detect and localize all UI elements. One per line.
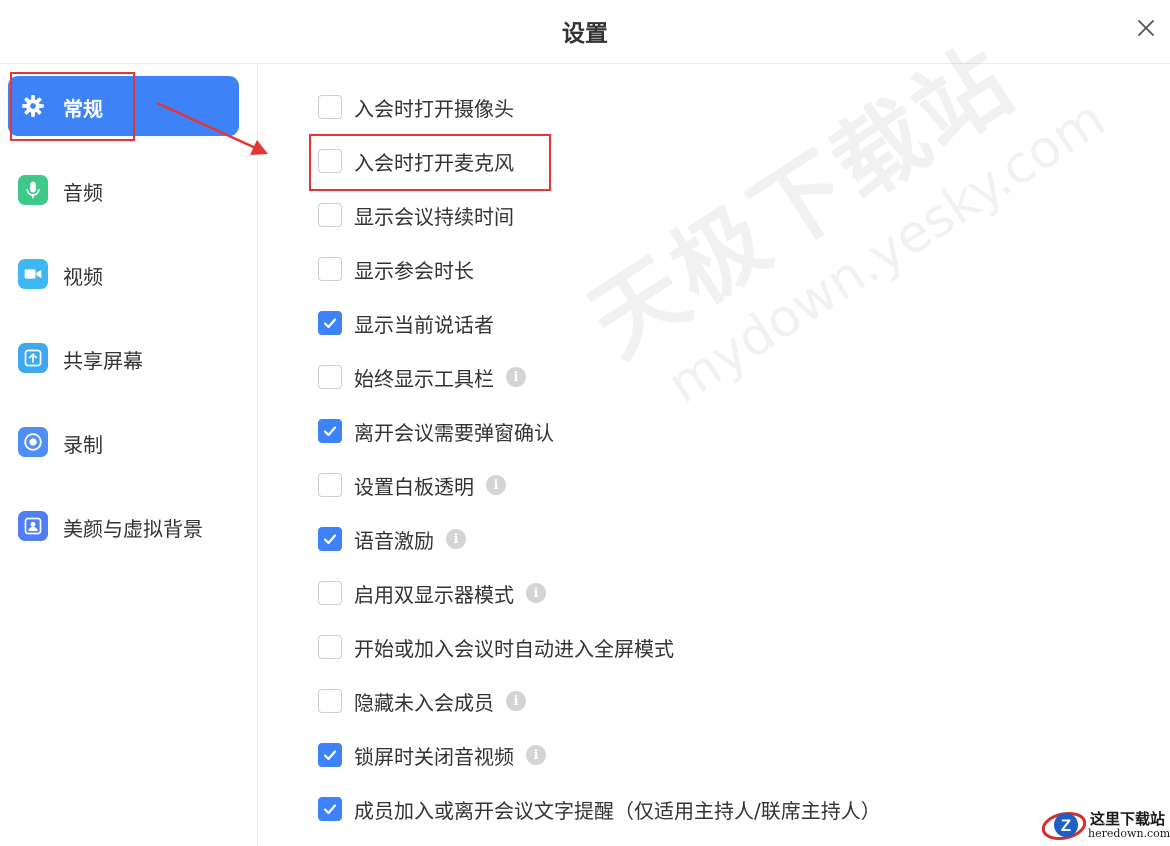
checkbox[interactable] bbox=[318, 689, 342, 713]
sidebar-item-record[interactable]: 录制 bbox=[8, 412, 239, 472]
setting-option[interactable]: 入会时打开麦克风 bbox=[318, 146, 514, 176]
checkbox-checked[interactable] bbox=[318, 527, 342, 551]
checkbox[interactable] bbox=[318, 149, 342, 173]
sidebar-item-share-screen[interactable]: 共享屏幕 bbox=[8, 328, 239, 388]
setting-option-label: 显示当前说话者 bbox=[354, 312, 494, 337]
sidebar-item-audio[interactable]: 音频 bbox=[8, 160, 239, 220]
checkbox[interactable] bbox=[318, 365, 342, 389]
setting-option[interactable]: 始终显示工具栏 i bbox=[318, 362, 526, 392]
setting-option[interactable]: 显示当前说话者 bbox=[318, 308, 494, 338]
general-settings-panel: 入会时打开摄像头 入会时打开麦克风 显示会议持续时间 显示参会时长 显示当前说话者 始终显… bbox=[258, 64, 1170, 846]
share-screen-icon bbox=[18, 343, 48, 373]
sidebar-item-label: 共享屏幕 bbox=[63, 349, 143, 373]
record-icon bbox=[18, 427, 48, 457]
gear-icon bbox=[18, 91, 48, 121]
sidebar-item-label: 录制 bbox=[63, 433, 103, 457]
checkbox[interactable] bbox=[318, 635, 342, 659]
checkmark-icon bbox=[323, 318, 337, 329]
info-icon[interactable]: i bbox=[486, 475, 506, 495]
setting-option[interactable]: 设置白板透明 i bbox=[318, 470, 506, 500]
checkbox[interactable] bbox=[318, 257, 342, 281]
sidebar-item-label: 常规 bbox=[63, 97, 103, 121]
checkbox[interactable] bbox=[318, 581, 342, 605]
setting-option[interactable]: 显示参会时长 bbox=[318, 254, 474, 284]
sidebar-item-beauty-background[interactable]: 美颜与虚拟背景 bbox=[8, 496, 239, 556]
settings-sidebar: 常规 音频 视频 共享屏幕 录制 美颜与虚拟背景 bbox=[0, 64, 258, 846]
checkbox-checked[interactable] bbox=[318, 743, 342, 767]
logo-emblem-icon: Z bbox=[1041, 811, 1087, 841]
setting-option[interactable]: 显示会议持续时间 bbox=[318, 200, 514, 230]
microphone-icon bbox=[18, 175, 48, 205]
sidebar-item-video[interactable]: 视频 bbox=[8, 244, 239, 304]
logo-domain: heredown.com bbox=[1088, 827, 1170, 840]
setting-option[interactable]: 开始或加入会议时自动进入全屏模式 bbox=[318, 632, 674, 662]
setting-option[interactable]: 入会时打开摄像头 bbox=[318, 92, 514, 122]
setting-option-label: 启用双显示器模式 bbox=[354, 582, 514, 607]
portrait-icon bbox=[18, 511, 48, 541]
setting-option[interactable]: 离开会议需要弹窗确认 bbox=[318, 416, 554, 446]
checkmark-icon bbox=[323, 426, 337, 437]
info-icon[interactable]: i bbox=[506, 691, 526, 711]
checkmark-icon bbox=[323, 804, 337, 815]
sidebar-item-label: 音频 bbox=[63, 181, 103, 205]
setting-option-label: 显示会议持续时间 bbox=[354, 204, 514, 229]
close-icon[interactable] bbox=[1134, 16, 1158, 40]
title-bar: 设置 bbox=[0, 0, 1170, 64]
setting-option-label: 始终显示工具栏 bbox=[354, 366, 494, 391]
setting-option[interactable]: 隐藏未入会成员 i bbox=[318, 686, 526, 716]
setting-option-label: 设置白板透明 bbox=[354, 474, 474, 499]
checkbox-checked[interactable] bbox=[318, 419, 342, 443]
setting-option[interactable]: 锁屏时关闭音视频 i bbox=[318, 740, 546, 770]
setting-option-label: 入会时打开摄像头 bbox=[354, 96, 514, 121]
checkbox[interactable] bbox=[318, 203, 342, 227]
setting-option-label: 隐藏未入会成员 bbox=[354, 690, 494, 715]
logo-name: 这里下载站 bbox=[1090, 810, 1166, 828]
setting-option-label: 开始或加入会议时自动进入全屏模式 bbox=[354, 636, 674, 661]
setting-option-label: 离开会议需要弹窗确认 bbox=[354, 420, 554, 445]
window-title: 设置 bbox=[562, 21, 608, 47]
checkmark-icon bbox=[323, 750, 337, 761]
sidebar-item-label: 美颜与虚拟背景 bbox=[63, 517, 203, 541]
video-camera-icon bbox=[18, 259, 48, 289]
setting-option[interactable]: 成员加入或离开会议文字提醒（仅适用主持人/联席主持人） bbox=[318, 794, 881, 824]
setting-option-label: 语音激励 bbox=[354, 528, 434, 553]
checkbox-checked[interactable] bbox=[318, 797, 342, 821]
checkbox[interactable] bbox=[318, 473, 342, 497]
checkmark-icon bbox=[323, 534, 337, 545]
setting-option-label: 入会时打开麦克风 bbox=[354, 150, 514, 175]
setting-option-label: 显示参会时长 bbox=[354, 258, 474, 283]
setting-option-label: 锁屏时关闭音视频 bbox=[354, 744, 514, 769]
checkbox-checked[interactable] bbox=[318, 311, 342, 335]
checkbox[interactable] bbox=[318, 95, 342, 119]
setting-option[interactable]: 语音激励 i bbox=[318, 524, 466, 554]
annotation-arrow bbox=[156, 101, 268, 155]
sidebar-item-label: 视频 bbox=[63, 265, 103, 289]
info-icon[interactable]: i bbox=[446, 529, 466, 549]
info-icon[interactable]: i bbox=[526, 583, 546, 603]
site-logo: Z 这里下载站 heredown.com bbox=[1038, 806, 1170, 844]
info-icon[interactable]: i bbox=[526, 745, 546, 765]
svg-text:Z: Z bbox=[1061, 816, 1071, 835]
info-icon[interactable]: i bbox=[506, 367, 526, 387]
setting-option[interactable]: 启用双显示器模式 i bbox=[318, 578, 546, 608]
setting-option-label: 成员加入或离开会议文字提醒（仅适用主持人/联席主持人） bbox=[354, 798, 881, 823]
